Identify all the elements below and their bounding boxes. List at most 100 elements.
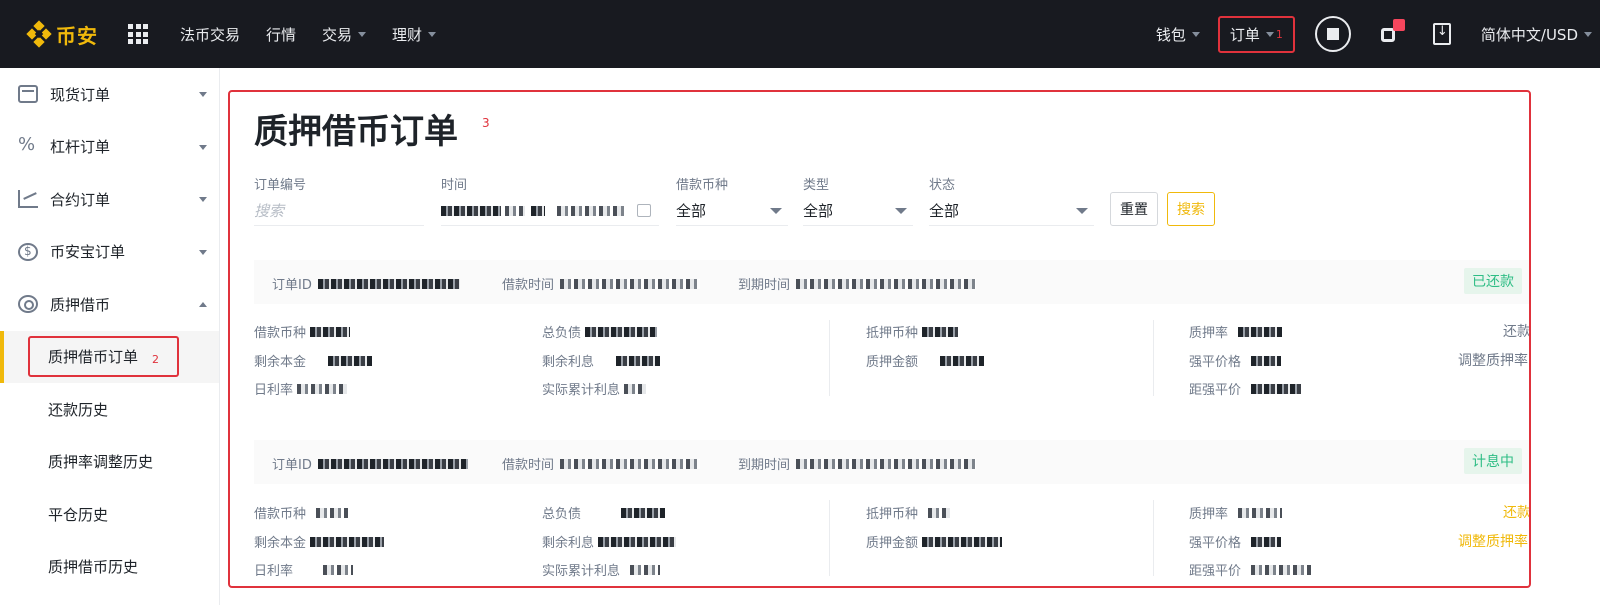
- reset-button[interactable]: 重置: [1110, 192, 1158, 226]
- wallet-icon: [18, 85, 38, 104]
- status-badge: 计息中: [1464, 448, 1522, 474]
- field-total-debt: 总负债: [542, 322, 658, 341]
- chevron-down-icon: [1584, 31, 1592, 37]
- nav-trade[interactable]: 交易: [322, 24, 367, 45]
- chevron-down-icon: [895, 208, 907, 214]
- order-card-header: 订单ID 借款时间 到期时间 计息中: [254, 440, 1529, 484]
- order-id: 订单ID: [272, 274, 460, 293]
- chevron-down-icon: [770, 208, 782, 214]
- chevron-down-icon: [199, 144, 207, 150]
- brand-name: 币安: [56, 23, 98, 48]
- sidebar-subitem-loan-orders[interactable]: 质押借币订单 2: [0, 330, 219, 383]
- language-currency-selector[interactable]: 简体中文/USD: [1481, 24, 1592, 45]
- page-title: 质押借币订单: [254, 112, 458, 152]
- filter-bar: 订单编号 搜索 时间 借款币种 全部 类型 全部 状态 全部 重置 搜索: [254, 174, 1524, 226]
- calendar-icon[interactable]: [637, 204, 651, 217]
- order-id-search-input[interactable]: 搜索: [254, 196, 424, 226]
- field-actual-interest: 实际累计利息: [542, 379, 647, 398]
- chevron-down-icon: [1265, 31, 1274, 37]
- order-id: 订单ID: [272, 454, 468, 473]
- repay-button[interactable]: 还款: [1503, 502, 1529, 522]
- status-label: 状态: [929, 178, 956, 193]
- annotation-box-2: 质押借币订单 2: [28, 336, 180, 378]
- field-liquidation-price: 强平价格: [1189, 351, 1282, 370]
- apps-grid-icon[interactable]: [128, 24, 148, 44]
- field-loan-coin: 借款币种: [254, 503, 349, 522]
- adjust-ltv-button[interactable]: 调整质押率: [1458, 531, 1528, 551]
- sidebar-subitem-repayment-history[interactable]: 还款历史: [0, 383, 219, 436]
- chevron-down-icon: [1076, 208, 1088, 214]
- annotation-1: 1: [1275, 27, 1283, 41]
- sidebar-subitem-loan-history[interactable]: 质押借币历史: [0, 541, 219, 594]
- field-remaining-principal: 剩余本金: [254, 532, 385, 551]
- chevron-down-icon: [428, 31, 437, 37]
- annotation-3: 3: [482, 116, 490, 130]
- order-card-header: 订单ID 借款时间 到期时间 已还款: [254, 260, 1529, 304]
- percent-icon: [18, 134, 38, 156]
- sidebar-item-spot-orders[interactable]: 现货订单: [0, 68, 219, 121]
- sidebar: 现货订单 杠杆订单 合约订单 币安宝订单 质押借币 质押借币订单 2 还款历史 …: [0, 68, 220, 605]
- chevron-down-icon: [1191, 31, 1200, 37]
- status-badge: 已还款: [1464, 268, 1522, 294]
- borrow-time: 借款时间: [502, 454, 701, 473]
- type-select[interactable]: 全部: [803, 196, 913, 226]
- search-button[interactable]: 搜索: [1167, 192, 1215, 226]
- column-divider: [1153, 500, 1154, 576]
- loan-coin-label: 借款币种: [676, 178, 729, 193]
- field-daily-rate: 日利率: [254, 379, 348, 398]
- field-collateral-amount: 质押金额: [866, 532, 1003, 551]
- field-remaining-principal: 剩余本金: [254, 351, 373, 370]
- sidebar-item-crypto-loans[interactable]: 质押借币: [0, 278, 219, 331]
- field-distance-to-liquidation: 距强平价: [1189, 379, 1302, 398]
- earn-coin-icon: [18, 242, 38, 261]
- field-collateral-coin: 抵押币种: [866, 503, 951, 522]
- order-id-label: 订单编号: [254, 178, 307, 193]
- time-label: 时间: [441, 178, 468, 193]
- nav-wallet[interactable]: 钱包: [1156, 24, 1200, 45]
- chevron-down-icon: [199, 249, 207, 255]
- sidebar-item-margin-orders[interactable]: 杠杆订单: [0, 121, 219, 174]
- nav-orders[interactable]: 订单 1: [1217, 15, 1295, 53]
- chevron-down-icon: [358, 31, 367, 37]
- nav-markets[interactable]: 行情: [266, 24, 296, 45]
- expiry-time: 到期时间: [738, 274, 977, 293]
- repay-button[interactable]: 还款: [1503, 321, 1529, 341]
- sidebar-subitem-ltv-adjust-history[interactable]: 质押率调整历史: [0, 436, 219, 489]
- field-remaining-interest: 剩余利息: [542, 351, 661, 370]
- binance-logo[interactable]: 币安: [26, 20, 98, 49]
- download-icon[interactable]: [1432, 23, 1451, 45]
- column-divider: [829, 320, 830, 396]
- sidebar-item-futures-orders[interactable]: 合约订单: [0, 173, 219, 226]
- time-range-input[interactable]: [441, 196, 659, 226]
- column-divider: [1153, 320, 1154, 396]
- loan-icon: [18, 295, 38, 314]
- field-liquidation-price: 强平价格: [1189, 532, 1282, 551]
- user-avatar-icon[interactable]: [1314, 16, 1351, 52]
- field-actual-interest: 实际累计利息: [542, 560, 661, 579]
- nav-fiat[interactable]: 法币交易: [180, 24, 240, 45]
- field-collateral-coin: 抵押币种: [866, 322, 959, 341]
- chevron-up-icon: [199, 302, 207, 307]
- annotation-2: 2: [152, 353, 160, 367]
- field-collateral-amount: 质押金额: [866, 351, 985, 370]
- field-loan-coin: 借款币种: [254, 322, 351, 341]
- field-daily-rate: 日利率: [254, 560, 354, 579]
- nav-finance[interactable]: 理财: [392, 24, 437, 45]
- loan-coin-select[interactable]: 全部: [676, 196, 788, 226]
- adjust-ltv-button[interactable]: 调整质押率: [1458, 350, 1528, 370]
- expiry-time: 到期时间: [738, 454, 977, 473]
- notification-icon[interactable]: [1379, 19, 1405, 46]
- field-total-debt: 总负债: [542, 503, 666, 522]
- right-nav: 钱包 订单 1 简体中文/USD: [1156, 0, 1600, 68]
- sidebar-subitem-liquidation-history[interactable]: 平仓历史: [0, 488, 219, 541]
- binance-logo-icon: [26, 20, 52, 48]
- top-navbar: 币安 法币交易 行情 交易 理财 钱包 订单 1 简体中文/USD: [0, 0, 1600, 68]
- field-distance-to-liquidation: 距强平价: [1189, 560, 1312, 579]
- type-label: 类型: [803, 178, 830, 193]
- notification-badge: [1392, 19, 1405, 31]
- chevron-down-icon: [199, 92, 207, 97]
- sidebar-item-earn-orders[interactable]: 币安宝订单: [0, 226, 219, 279]
- status-select[interactable]: 全部: [929, 196, 1094, 226]
- field-remaining-interest: 剩余利息: [542, 532, 677, 551]
- main-content-annotation-box-3: 质押借币订单 3 订单编号 搜索 时间 借款币种 全部 类型 全部 状态 全部: [228, 90, 1531, 588]
